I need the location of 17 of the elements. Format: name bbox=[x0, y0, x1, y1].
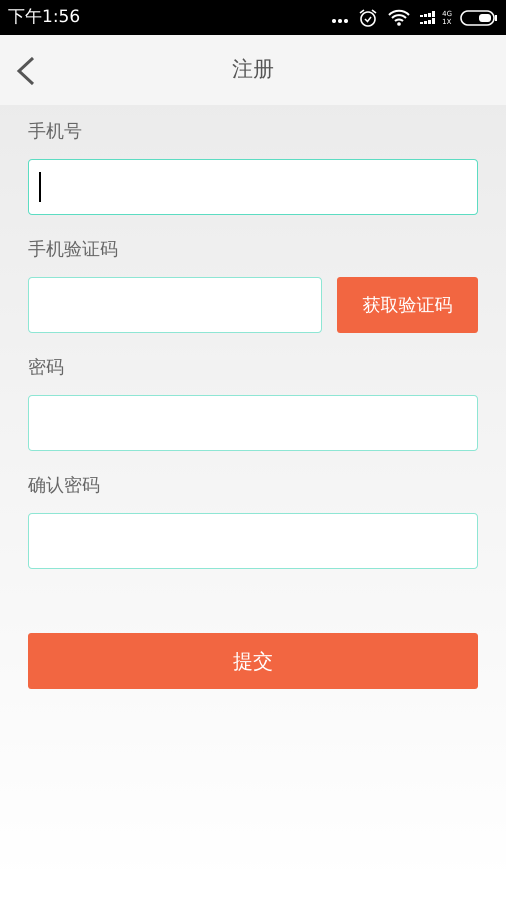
field-label: 密码 bbox=[28, 356, 65, 380]
input-field[interactable] bbox=[28, 277, 322, 333]
field-label: 手机号 bbox=[28, 120, 83, 144]
input-field[interactable] bbox=[28, 159, 478, 215]
get-code-button[interactable]: 获取验证码 bbox=[337, 277, 478, 333]
back-icon bbox=[15, 56, 35, 86]
alarm-icon bbox=[358, 8, 378, 28]
battery-icon bbox=[460, 10, 498, 26]
more-icon bbox=[332, 18, 348, 22]
wifi-icon bbox=[388, 9, 410, 26]
input-field[interactable] bbox=[28, 513, 478, 569]
submit-button[interactable]: 提交 bbox=[28, 633, 478, 689]
input-field[interactable] bbox=[28, 395, 478, 451]
field-label: 确认密码 bbox=[28, 474, 101, 498]
status-time: 下午1:56 bbox=[8, 6, 80, 29]
page-title: 注册 bbox=[232, 56, 274, 84]
field-label: 手机验证码 bbox=[28, 238, 119, 262]
